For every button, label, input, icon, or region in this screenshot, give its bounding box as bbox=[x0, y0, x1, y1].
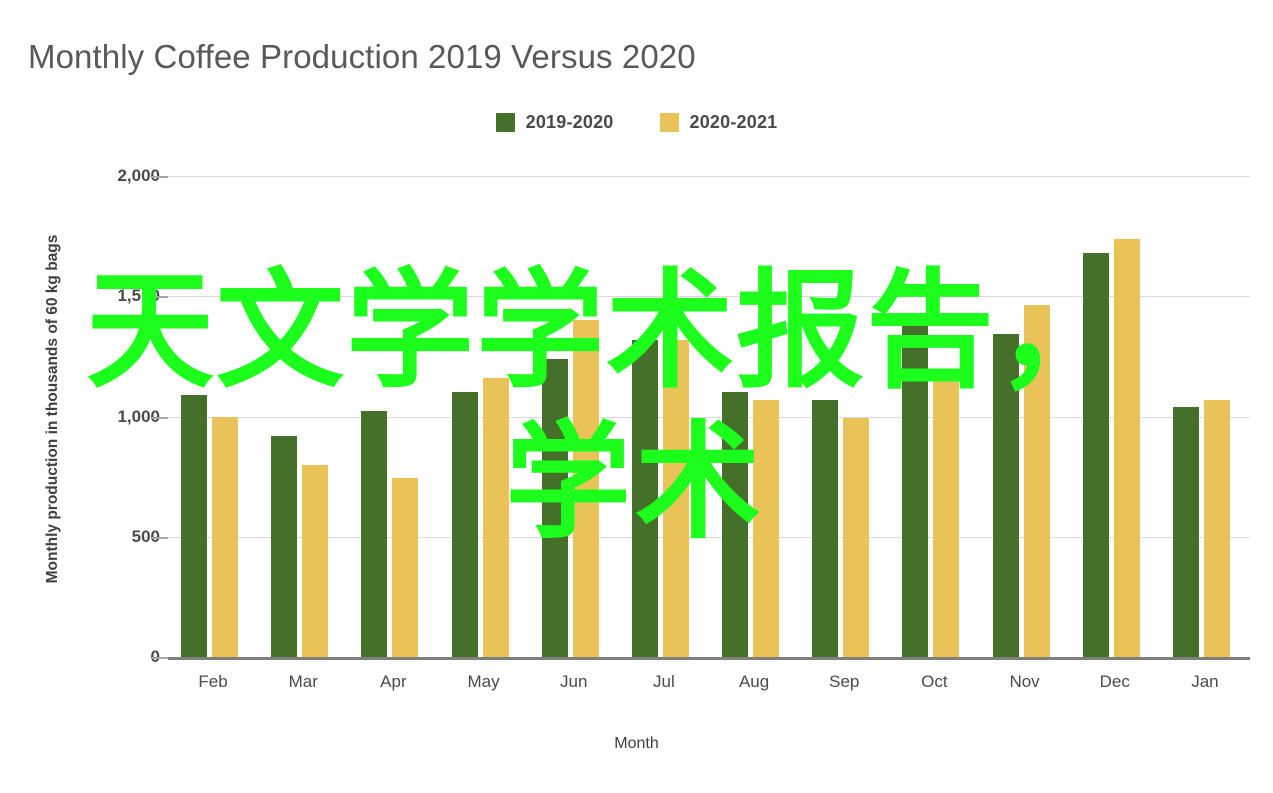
bar-nov-series-b[interactable] bbox=[1023, 304, 1050, 657]
bar-group bbox=[709, 176, 799, 657]
bar-group bbox=[1070, 176, 1160, 657]
bar-apr-series-b[interactable] bbox=[392, 477, 419, 657]
bar-sep-series-b[interactable] bbox=[843, 417, 870, 657]
y-tick-label: 1,000 bbox=[117, 406, 160, 426]
bar-jan-series-b[interactable] bbox=[1203, 399, 1230, 657]
bar-aug-series-a[interactable] bbox=[722, 392, 748, 657]
bar-group bbox=[258, 176, 348, 657]
bar-group bbox=[619, 176, 709, 657]
bar-group bbox=[799, 176, 889, 657]
y-tick-label: 1,500 bbox=[117, 286, 160, 306]
bar-jul-series-b[interactable] bbox=[662, 339, 689, 657]
bar-group bbox=[529, 176, 619, 657]
bar-feb-series-b[interactable] bbox=[212, 416, 238, 657]
bar-oct-series-a[interactable] bbox=[902, 321, 929, 657]
y-tick-label: 500 bbox=[131, 526, 160, 546]
bar-oct-series-b[interactable] bbox=[933, 380, 960, 657]
x-axis-title: Month bbox=[614, 735, 659, 752]
bar-jan-series-a[interactable] bbox=[1172, 406, 1199, 657]
plot-area: Monthly production in thousands of 60 kg… bbox=[0, 0, 1273, 793]
bar-group bbox=[348, 176, 438, 657]
y-tick-mark bbox=[152, 536, 168, 539]
y-tick-mark bbox=[152, 176, 168, 178]
bar-jul-series-a[interactable] bbox=[631, 339, 658, 657]
bar-sep-series-a[interactable] bbox=[812, 399, 839, 657]
y-tick-label: 0 bbox=[40, 647, 160, 667]
bar-group bbox=[980, 176, 1070, 657]
bar-jun-series-b[interactable] bbox=[572, 320, 599, 657]
bar-group bbox=[889, 176, 979, 657]
bar-dec-series-a[interactable] bbox=[1082, 252, 1109, 657]
bar-aug-series-b[interactable] bbox=[753, 399, 779, 657]
y-tick-mark bbox=[152, 296, 168, 299]
bar-may-series-a[interactable] bbox=[451, 392, 478, 657]
y-tick-mark bbox=[152, 416, 168, 419]
x-axis-baseline bbox=[168, 657, 1250, 660]
bar-group bbox=[1160, 176, 1250, 657]
bar-mar-series-b[interactable] bbox=[302, 464, 329, 657]
bar-may-series-b[interactable] bbox=[482, 378, 509, 657]
bar-group bbox=[439, 176, 529, 657]
bar-apr-series-a[interactable] bbox=[361, 410, 388, 657]
x-tick-label-jan: Jan bbox=[1191, 672, 1219, 691]
bar-feb-series-a[interactable] bbox=[181, 394, 207, 657]
bar-group bbox=[168, 176, 258, 657]
bar-mar-series-a[interactable] bbox=[271, 435, 298, 657]
y-tick-label: 2,000 bbox=[117, 166, 160, 185]
chart-container: Monthly Coffee Production 2019 Versus 20… bbox=[0, 0, 1273, 793]
y-tick-mark bbox=[152, 657, 168, 659]
bar-nov-series-a[interactable] bbox=[992, 333, 1019, 657]
bar-jun-series-a[interactable] bbox=[541, 358, 568, 657]
bars-layer bbox=[168, 176, 1250, 657]
bar-dec-series-b[interactable] bbox=[1113, 238, 1140, 657]
